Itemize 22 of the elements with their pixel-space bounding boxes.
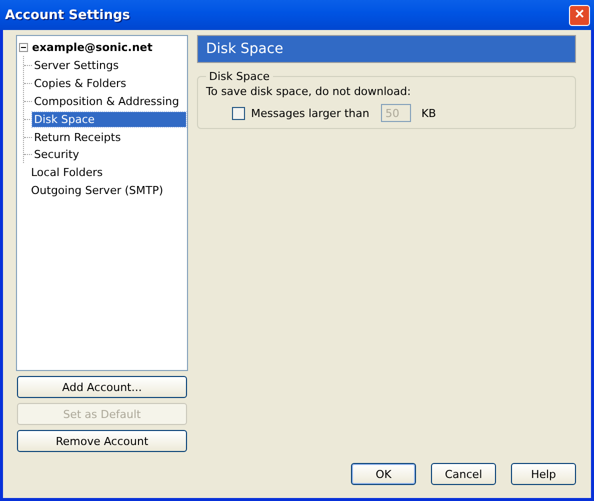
checkbox-label: Messages larger than	[251, 106, 370, 120]
tree-item[interactable]: Composition & Addressing	[32, 94, 182, 108]
tree-item[interactable]: example@sonic.net	[32, 40, 153, 54]
tree-item[interactable]: Disk Space	[32, 112, 186, 126]
tree-item[interactable]: Return Receipts	[32, 130, 123, 144]
instruction-text: To save disk space, do not download:	[206, 85, 412, 98]
tree-item[interactable]: Server Settings	[32, 58, 121, 72]
dialog-button[interactable]: OK	[351, 463, 416, 485]
dialog-button[interactable]: Cancel	[431, 463, 496, 485]
close-button[interactable]: ×	[569, 4, 590, 26]
tree-item[interactable]: Security	[32, 147, 82, 162]
group-legend: Disk Space	[206, 70, 273, 83]
window-title: Account Settings	[5, 8, 130, 22]
tree-item[interactable]: Outgoing Server (SMTP)	[31, 184, 164, 196]
account-button[interactable]: Add Account...	[17, 376, 187, 398]
tree-item[interactable]: Local Folders	[31, 166, 103, 178]
dialog-button[interactable]: Help	[511, 463, 576, 485]
tree-item[interactable]: Copies & Folders	[32, 76, 128, 90]
account-button[interactable]: Remove Account	[17, 430, 187, 452]
panel-header: Disk Space	[197, 35, 576, 63]
unit-label: KB	[421, 106, 436, 120]
minus-icon[interactable]	[19, 42, 28, 52]
